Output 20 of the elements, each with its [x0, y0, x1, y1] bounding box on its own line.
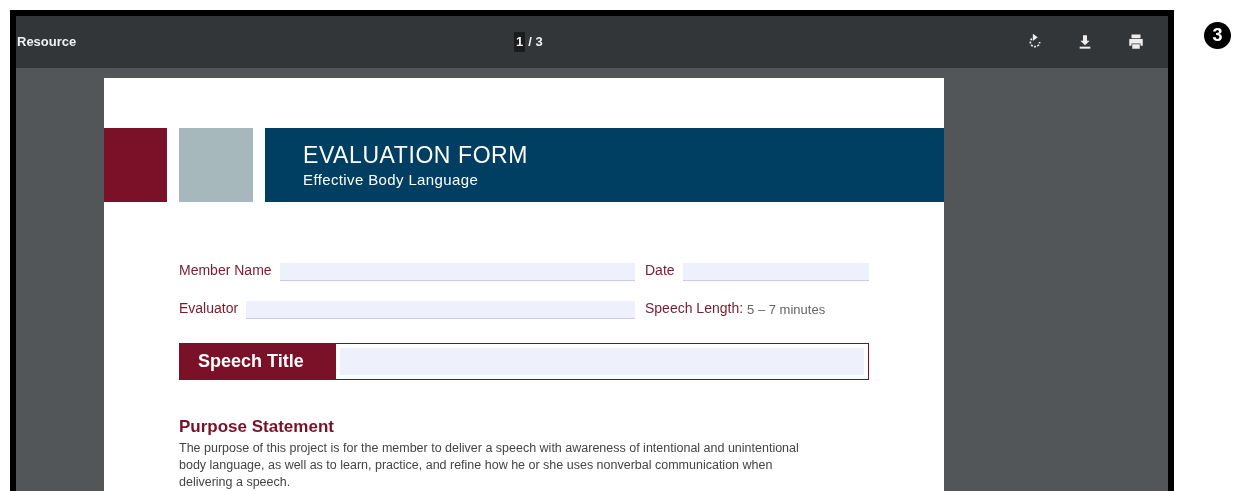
purpose-paragraph: The purpose of this project is for the member to deliver a speech with awareness of intentional and unintentional body language, as well as to learn, practice, and refine how he or she uses nonverbal communication when delivering a speech.	[179, 439, 800, 491]
field-label: Speech Length:	[645, 299, 744, 318]
speech-title-label: Speech Title	[180, 344, 336, 379]
rotate-icon[interactable]	[1027, 34, 1043, 50]
input-field[interactable]	[682, 263, 869, 281]
field-label: Evaluator	[179, 299, 239, 318]
field-label: Member Name	[179, 261, 272, 280]
field-value: 5 – 7 minutes	[747, 300, 826, 319]
section-heading: Purpose Statement	[179, 416, 335, 438]
page-total: / 3	[528, 33, 543, 52]
form-title: EVALUATION FORM	[303, 141, 529, 169]
document-title: Resource	[17, 33, 78, 52]
download-icon[interactable]	[1077, 34, 1093, 50]
form-subtitle: Effective Body Language	[303, 170, 480, 190]
input-field[interactable]	[246, 301, 635, 319]
print-icon[interactable]	[1127, 33, 1145, 51]
step-badge: 3	[1204, 22, 1231, 49]
input-field[interactable]	[279, 263, 635, 281]
field-label: Date	[645, 261, 675, 280]
page-number-field[interactable]: 1	[514, 32, 526, 52]
